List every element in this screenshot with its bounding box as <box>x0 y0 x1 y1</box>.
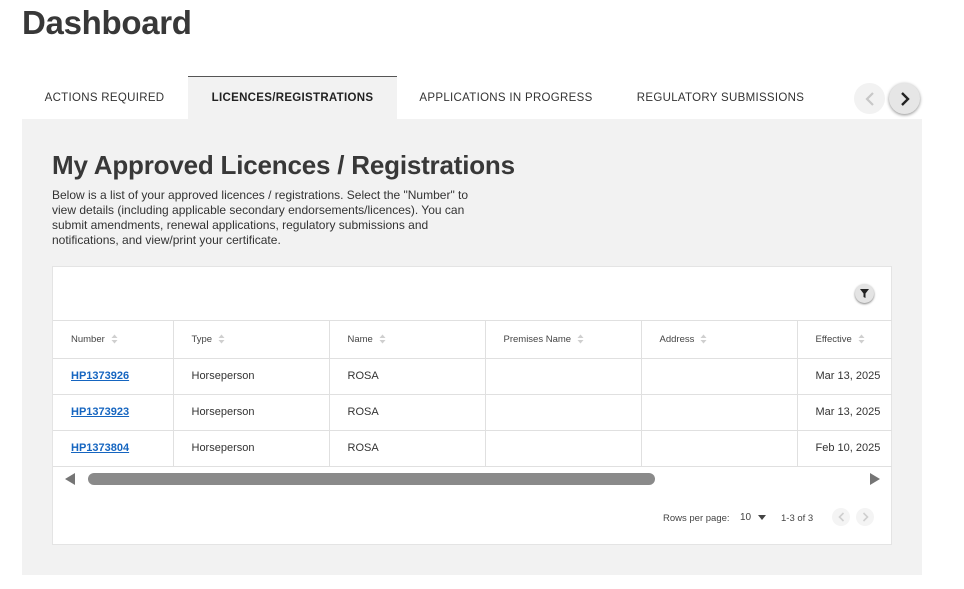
section-title: My Approved Licences / Registrations <box>52 150 515 180</box>
sort-icon <box>577 334 584 344</box>
sort-icon <box>111 334 118 344</box>
scroll-left-arrow-icon[interactable] <box>65 473 75 485</box>
column-header-label: Type <box>191 333 213 345</box>
column-header-effective[interactable]: Effective <box>797 321 892 359</box>
chevron-left-icon <box>837 512 844 522</box>
column-header-address[interactable]: Address <box>641 321 798 359</box>
licences-table-card: Number Type Name Premises Name Address E… <box>52 266 892 545</box>
cell-name: ROSA <box>329 358 486 395</box>
chevron-left-icon <box>864 91 874 106</box>
column-header-name[interactable]: Name <box>329 321 486 359</box>
previous-page-button[interactable] <box>832 508 850 526</box>
scrollbar-thumb[interactable] <box>88 473 655 485</box>
licence-number-link[interactable]: HP1373926 <box>71 370 129 382</box>
cell-address <box>641 430 798 467</box>
cell-address <box>641 358 798 395</box>
filter-icon <box>860 289 869 298</box>
sort-icon <box>218 334 225 344</box>
horizontal-scrollbar[interactable] <box>53 467 892 491</box>
column-header-label: Name <box>347 333 373 345</box>
pagination-range: 1-3 of 3 <box>781 513 814 524</box>
rows-per-page-select[interactable]: 10 <box>740 512 767 523</box>
filter-button[interactable] <box>855 284 874 303</box>
cell-type: Horseperson <box>173 394 330 431</box>
licence-number-link[interactable]: HP1373923 <box>71 406 129 418</box>
cell-premises-name <box>485 358 642 395</box>
tab-applications-in-progress[interactable]: APPLICATIONS IN PROGRESS <box>411 76 601 119</box>
column-header-premises-name[interactable]: Premises Name <box>485 321 642 359</box>
sort-icon <box>379 334 386 344</box>
licence-number-link[interactable]: HP1373804 <box>71 442 129 454</box>
table-row: HP1373804 Horseperson ROSA Feb 10, 2025 <box>53 430 892 467</box>
tab-scroll-prev-button[interactable] <box>854 83 885 114</box>
cell-effective: Feb 10, 2025 <box>797 430 892 467</box>
cell-premises-name <box>485 430 642 467</box>
cell-number: HP1373926 <box>53 358 174 395</box>
tab-panel: My Approved Licences / Registrations Bel… <box>22 119 922 575</box>
sort-icon <box>700 334 707 344</box>
column-header-label: Address <box>659 333 695 345</box>
caret-down-icon <box>758 515 767 520</box>
rows-per-page-value: 10 <box>740 512 752 523</box>
cell-name: ROSA <box>329 430 486 467</box>
cell-effective: Mar 13, 2025 <box>797 394 892 431</box>
tab-regulatory-submissions[interactable]: REGULATORY SUBMISSIONS <box>626 76 815 119</box>
chevron-right-icon <box>900 91 910 106</box>
cell-address <box>641 394 798 431</box>
cell-premises-name <box>485 394 642 431</box>
tab-actions-required[interactable]: ACTIONS REQUIRED <box>22 76 187 119</box>
tab-licences-registrations[interactable]: LICENCES/REGISTRATIONS <box>188 76 397 119</box>
next-page-button[interactable] <box>856 508 874 526</box>
sort-icon <box>858 334 865 344</box>
section-description: Below is a list of your approved licence… <box>52 188 469 247</box>
cell-effective: Mar 13, 2025 <box>797 358 892 395</box>
licences-table: Number Type Name Premises Name Address E… <box>53 320 892 467</box>
column-header-number[interactable]: Number <box>53 321 174 359</box>
page-title: Dashboard <box>22 4 192 41</box>
table-header-row: Number Type Name Premises Name Address E… <box>53 321 892 359</box>
column-header-label: Number <box>71 333 105 345</box>
cell-type: Horseperson <box>173 358 330 395</box>
table-row: HP1373923 Horseperson ROSA Mar 13, 2025 <box>53 394 892 431</box>
rows-per-page-label: Rows per page: <box>663 513 730 524</box>
tab-bar: ACTIONS REQUIRED LICENCES/REGISTRATIONS … <box>22 76 922 119</box>
column-header-type[interactable]: Type <box>173 321 330 359</box>
table-row: HP1373926 Horseperson ROSA Mar 13, 2025 <box>53 358 892 395</box>
chevron-right-icon <box>862 512 869 522</box>
pagination: Rows per page: 10 1-3 of 3 <box>53 507 892 529</box>
column-header-label: Premises Name <box>503 333 572 345</box>
column-header-label: Effective <box>815 333 852 345</box>
tab-scroll-next-button[interactable] <box>889 83 920 114</box>
cell-name: ROSA <box>329 394 486 431</box>
cell-type: Horseperson <box>173 430 330 467</box>
scroll-right-arrow-icon[interactable] <box>870 473 880 485</box>
cell-number: HP1373804 <box>53 430 174 467</box>
cell-number: HP1373923 <box>53 394 174 431</box>
